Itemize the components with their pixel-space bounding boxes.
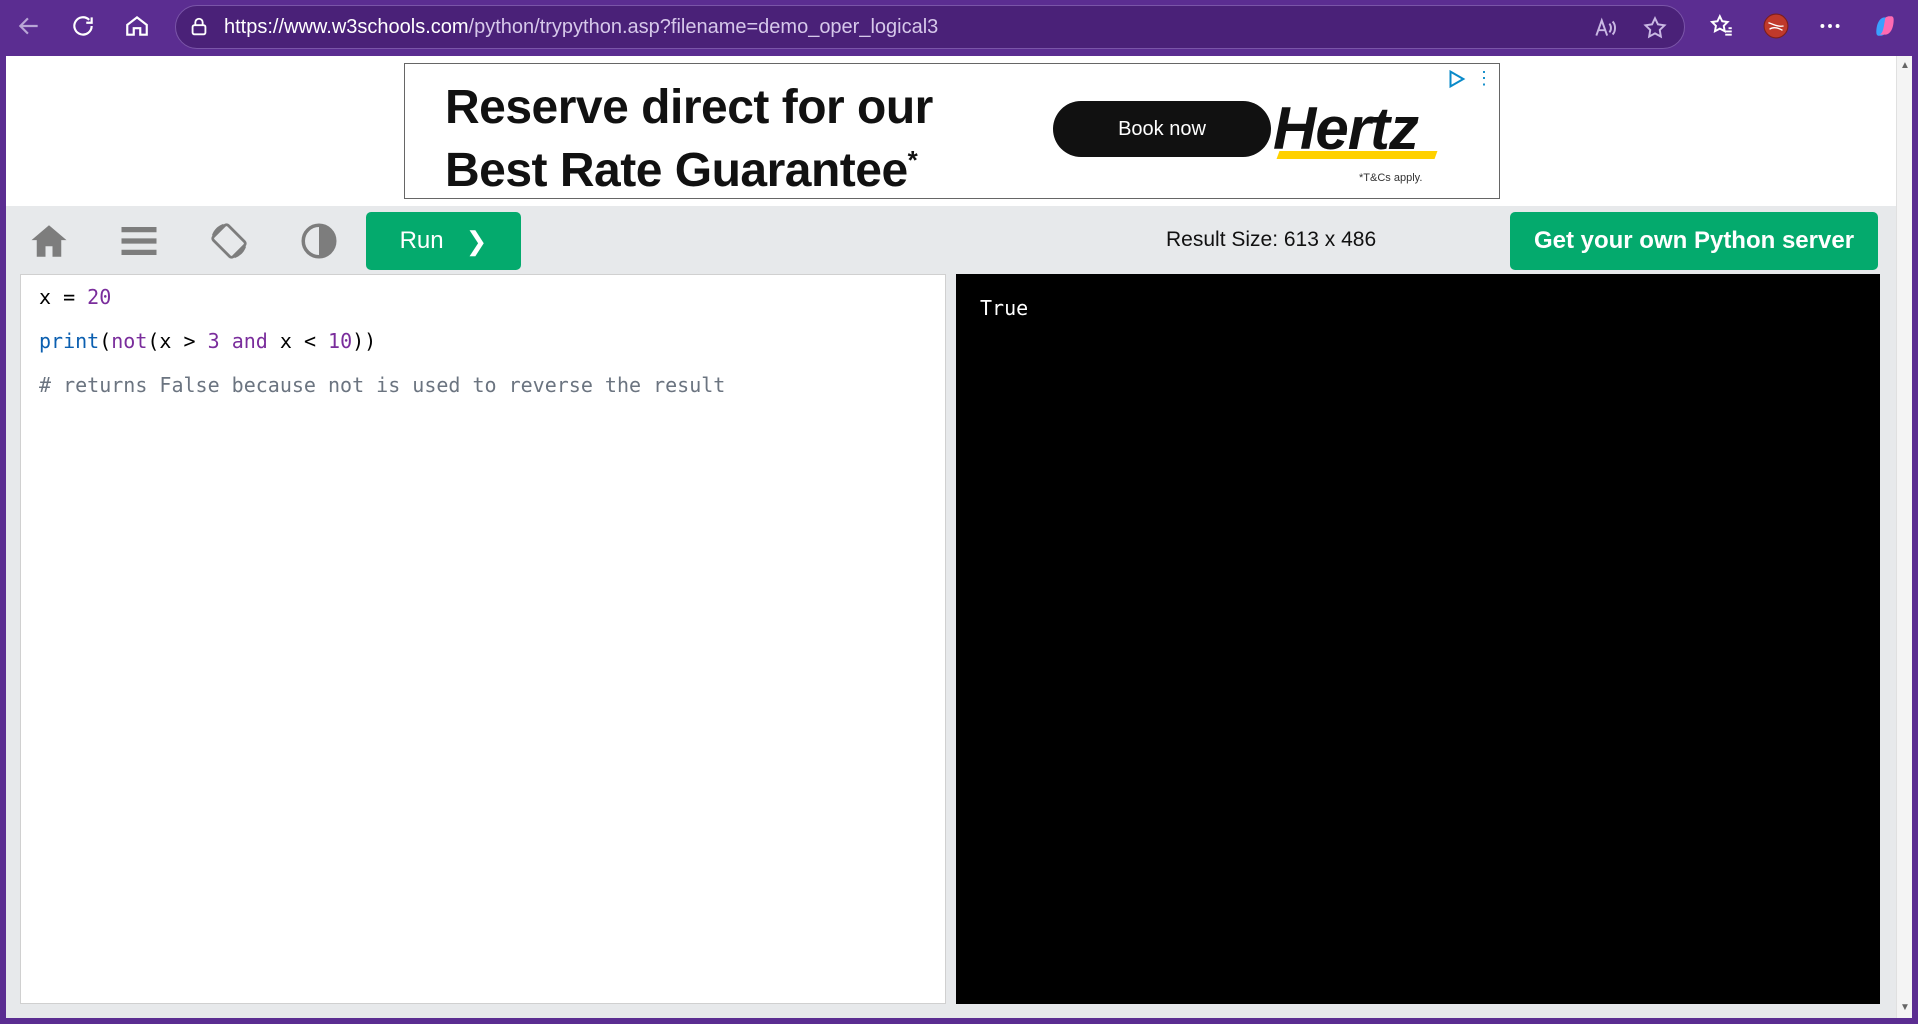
code-line-3-comment[interactable]: # returns False because not is used to r… xyxy=(39,373,725,397)
refresh-icon[interactable] xyxy=(64,8,102,44)
profile-avatar[interactable] xyxy=(1757,8,1795,44)
ad-headline[interactable]: Reserve direct for our Best Rate Guarant… xyxy=(445,82,933,197)
result-size: Result Size: 613 x 486 xyxy=(1166,228,1377,251)
ad-brand-stripe xyxy=(1276,151,1438,159)
ad-headline-line-2-text: Best Rate Guarantee xyxy=(445,144,908,197)
url-host: https://www.w3schools.com xyxy=(224,15,469,38)
read-aloud-icon[interactable] xyxy=(1592,15,1618,41)
code-function: print xyxy=(39,329,100,353)
contrast-icon[interactable] xyxy=(296,220,342,262)
run-button[interactable]: Run ❯ xyxy=(366,212,521,270)
ad-asterisk: * xyxy=(907,145,918,175)
code-line-1[interactable]: x = 20 xyxy=(39,285,111,309)
scroll-down-icon[interactable]: ▼ xyxy=(1899,1002,1911,1014)
scroll-up-icon[interactable]: ▲ xyxy=(1899,60,1911,72)
back-icon[interactable] xyxy=(10,8,48,44)
code-token: (x > xyxy=(147,329,208,353)
code-number: 3 xyxy=(207,329,220,353)
menu-icon[interactable] xyxy=(116,220,162,262)
address-bar[interactable]: https://www.w3schools.com/python/trypyth… xyxy=(175,5,1685,49)
browser-toolbar: https://www.w3schools.com/python/trypyth… xyxy=(0,0,1918,52)
result-output[interactable]: True xyxy=(956,274,1880,1004)
url-path: /python/trypython.asp?filename=demo_oper… xyxy=(468,15,939,38)
code-token: x < xyxy=(267,329,329,353)
get-python-server-button[interactable]: Get your own Python server xyxy=(1510,212,1878,270)
ad-book-now-button[interactable]: Book now xyxy=(1053,101,1271,157)
ad-headline-line-2: Best Rate Guarantee* xyxy=(445,134,933,197)
code-editor[interactable]: x = 20 print(not(x > 3 and x < 10)) # re… xyxy=(20,274,946,1004)
code-keyword: and xyxy=(231,329,268,353)
output-text: True xyxy=(980,296,1029,320)
ad-terms: *T&Cs apply. xyxy=(1359,172,1423,184)
workspace: x = 20 print(not(x > 3 and x < 10)) # re… xyxy=(6,274,1896,1018)
page-viewport: Reserve direct for our Best Rate Guarant… xyxy=(6,56,1912,1018)
favorite-star-icon[interactable] xyxy=(1642,15,1668,41)
chevron-right-icon: ❯ xyxy=(465,225,488,256)
favorites-icon[interactable] xyxy=(1703,8,1741,44)
ad-headline-line-1: Reserve direct for our xyxy=(445,81,933,134)
code-number: 10 xyxy=(328,329,353,353)
tryit-toolbar: Run ❯ Result Size: 613 x 486 Get your ow… xyxy=(6,206,1896,274)
code-token: ( xyxy=(99,329,112,353)
rotate-icon[interactable] xyxy=(206,220,252,262)
run-label: Run xyxy=(399,227,444,254)
home-icon[interactable] xyxy=(26,220,72,262)
code-line-2[interactable]: print(not(x > 3 and x < 10)) xyxy=(39,329,376,353)
url-text[interactable]: https://www.w3schools.com/python/trypyth… xyxy=(224,16,938,39)
ad-banner[interactable]: Reserve direct for our Best Rate Guarant… xyxy=(404,63,1500,199)
code-number: 20 xyxy=(87,285,112,309)
copilot-icon[interactable] xyxy=(1866,8,1904,44)
code-keyword: not xyxy=(111,329,148,353)
code-token: )) xyxy=(352,329,377,353)
lock-icon[interactable] xyxy=(186,14,212,40)
home-icon[interactable] xyxy=(118,8,156,44)
ad-menu-icon[interactable]: ⋮ xyxy=(1475,68,1493,90)
page-scrollbar[interactable]: ▲ ▼ xyxy=(1896,56,1912,1018)
code-token: x = xyxy=(39,285,88,309)
adchoices-icon[interactable] xyxy=(1445,68,1467,90)
more-icon[interactable] xyxy=(1811,8,1849,44)
